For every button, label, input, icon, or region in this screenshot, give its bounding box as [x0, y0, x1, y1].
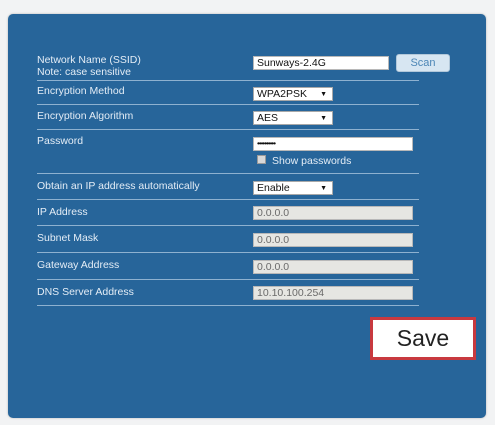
encryption-algorithm-value: AES — [257, 112, 279, 124]
save-button[interactable]: Save — [370, 317, 476, 360]
divider — [37, 279, 419, 280]
divider — [37, 199, 419, 200]
show-passwords-checkbox[interactable] — [257, 155, 266, 164]
chevron-down-icon: ▼ — [320, 115, 327, 122]
obtain-ip-label: Obtain an IP address automatically — [37, 180, 200, 192]
divider — [37, 225, 419, 226]
dns-input[interactable]: 10.10.100.254 — [253, 286, 413, 300]
ip-address-label: IP Address — [37, 206, 88, 218]
divider — [37, 305, 419, 306]
encryption-algorithm-label: Encryption Algorithm — [37, 110, 134, 122]
gateway-input[interactable]: 0.0.0.0 — [253, 260, 413, 274]
obtain-ip-value: Enable — [257, 182, 290, 194]
divider — [37, 129, 419, 130]
ip-address-input[interactable]: 0.0.0.0 — [253, 206, 413, 220]
dns-label: DNS Server Address — [37, 286, 134, 298]
subnet-mask-label: Subnet Mask — [37, 232, 99, 244]
encryption-algorithm-select[interactable]: AES ▼ — [253, 111, 333, 125]
divider — [37, 252, 419, 253]
divider — [37, 173, 419, 174]
obtain-ip-select[interactable]: Enable ▼ — [253, 181, 333, 195]
ssid-note: Note: case sensitive — [37, 66, 131, 78]
ssid-label: Network Name (SSID) — [37, 54, 141, 66]
password-input[interactable]: •••••••••• — [253, 137, 413, 151]
ssid-input[interactable]: Sunways-2.4G — [253, 56, 389, 70]
chevron-down-icon: ▼ — [320, 91, 327, 98]
password-label: Password — [37, 135, 84, 147]
encryption-method-select[interactable]: WPA2PSK ▼ — [253, 87, 333, 101]
scan-button[interactable]: Scan — [396, 54, 450, 72]
encryption-method-value: WPA2PSK — [257, 88, 307, 100]
encryption-method-label: Encryption Method — [37, 85, 125, 97]
divider — [37, 104, 419, 105]
gateway-label: Gateway Address — [37, 259, 120, 271]
show-passwords-label: Show passwords — [272, 155, 352, 167]
subnet-mask-input[interactable]: 0.0.0.0 — [253, 233, 413, 247]
chevron-down-icon: ▼ — [320, 185, 327, 192]
divider — [37, 80, 419, 81]
